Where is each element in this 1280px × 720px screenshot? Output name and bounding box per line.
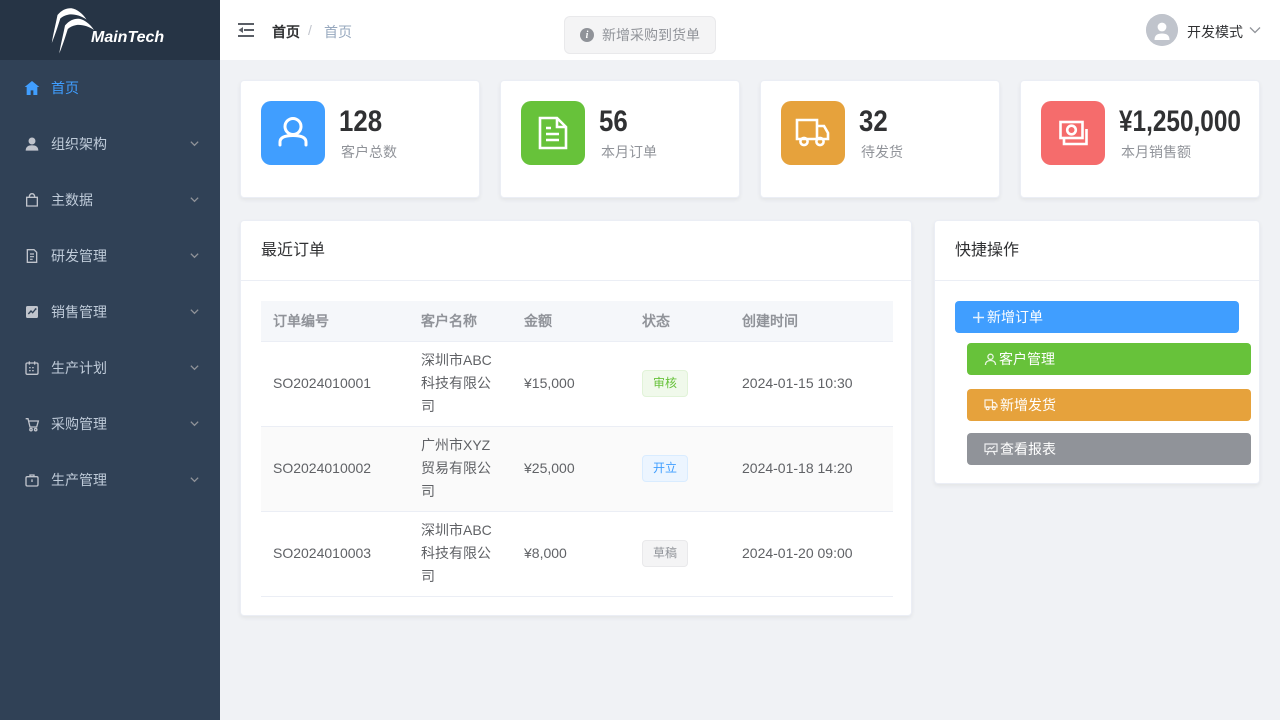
svg-text:MainTech: MainTech <box>91 29 164 46</box>
